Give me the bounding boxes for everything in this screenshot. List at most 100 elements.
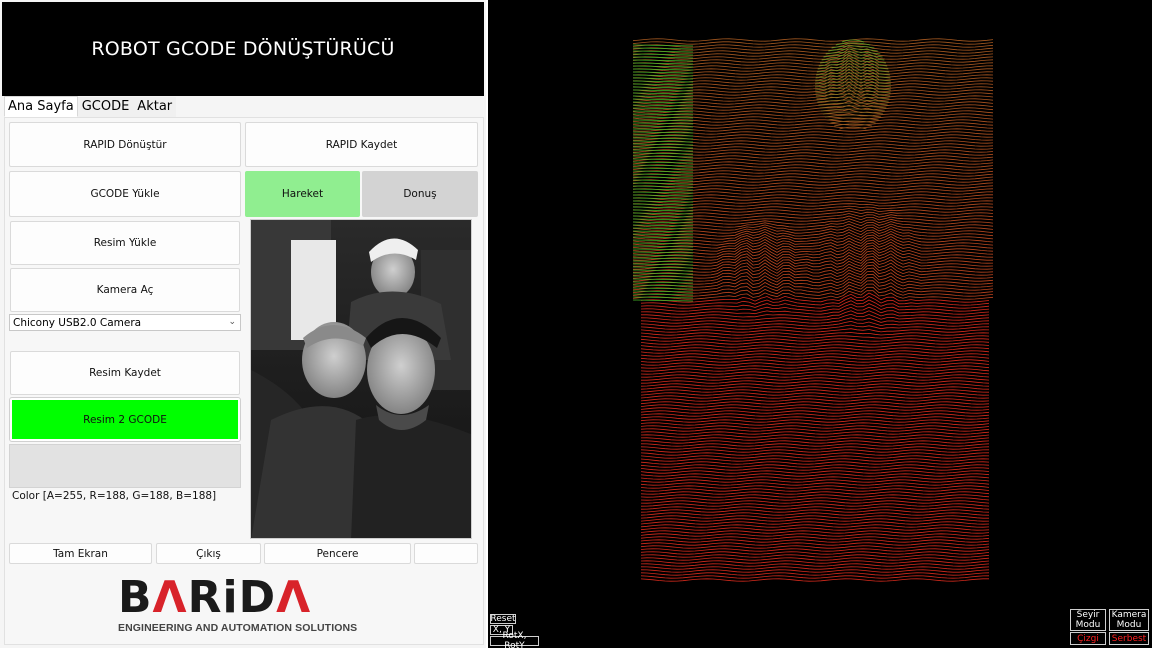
toolpath-line xyxy=(632,146,694,149)
toolpath-line xyxy=(640,575,990,579)
blank-button[interactable] xyxy=(414,543,478,564)
motion-button[interactable]: Hareket xyxy=(245,171,360,217)
toolpath-line xyxy=(640,410,990,414)
rotation-button[interactable]: Donuş xyxy=(362,171,478,217)
toolpath-line xyxy=(640,359,990,363)
tab-gcode[interactable]: GCODE xyxy=(77,97,134,117)
toolpath-line xyxy=(632,188,694,191)
camera-open-button[interactable]: Kamera Aç xyxy=(10,268,240,312)
toolpath-line xyxy=(632,62,694,65)
gcode-load-button[interactable]: GCODE Yükle xyxy=(9,171,241,217)
exit-button[interactable]: Çıkış xyxy=(156,543,261,564)
toolpath-line xyxy=(640,404,990,408)
camera-select[interactable]: Chicony USB2.0 Camera ⌄ xyxy=(9,314,241,331)
toolpath-line xyxy=(640,512,990,516)
toolpath-line xyxy=(640,473,990,477)
toolpath-line xyxy=(641,377,990,381)
toolpath-line xyxy=(632,185,694,188)
window-button[interactable]: Pencere xyxy=(264,543,411,564)
camera-select-value: Chicony USB2.0 Camera xyxy=(13,316,142,329)
toolpath-line xyxy=(632,83,694,86)
toolpath-line xyxy=(640,545,990,549)
toolpath-line xyxy=(640,539,990,543)
toolpath-line xyxy=(640,383,990,387)
image-to-gcode-button[interactable]: Resim 2 GCODE xyxy=(9,397,241,442)
toolpath-line xyxy=(640,413,990,417)
toolpath-line xyxy=(640,455,990,459)
toolpath-line xyxy=(632,86,694,89)
seyir-mode-button[interactable]: Seyir Modu xyxy=(1070,609,1106,631)
toolpath-line xyxy=(640,503,990,507)
toolpath-line xyxy=(632,266,694,269)
camera-mode-button[interactable]: Kamera Modu xyxy=(1109,609,1149,631)
toolpath-line xyxy=(640,536,990,540)
toolpath-line xyxy=(632,278,694,281)
toolpath-line xyxy=(640,530,990,534)
toolpath-line xyxy=(640,401,990,405)
tab-aktar[interactable]: Aktar xyxy=(133,97,177,117)
toolpath-line xyxy=(640,497,990,501)
rapid-convert-button[interactable]: RAPID Dönüştür xyxy=(9,122,241,167)
tab-strip: Ana Sayfa GCODE Aktar xyxy=(4,96,177,117)
toolpath-line xyxy=(640,368,990,372)
toolpath-line xyxy=(640,470,990,474)
toolpath-line xyxy=(632,41,994,45)
toolpath-line xyxy=(640,500,990,504)
tab-ana-sayfa[interactable]: Ana Sayfa xyxy=(4,96,78,117)
toolpath-line xyxy=(640,533,990,537)
toolpath-line xyxy=(640,296,990,306)
toolpath-line xyxy=(632,74,694,77)
toolpath-line xyxy=(640,479,990,483)
toolpath-line xyxy=(640,491,990,495)
image-load-button[interactable]: Resim Yükle xyxy=(10,221,240,265)
gcode-3d-viewport[interactable]: Reset X, Y RotX, RotY Seyir Modu Kamera … xyxy=(488,0,1152,648)
reset-button[interactable]: Reset xyxy=(490,614,516,624)
free-mode-button[interactable]: Serbest xyxy=(1109,632,1149,645)
toolpath-line xyxy=(640,341,990,345)
toolpath-line xyxy=(640,566,990,570)
toolpath-line xyxy=(640,431,990,435)
toolpath-line xyxy=(640,347,990,351)
toolpath-line xyxy=(632,50,694,53)
toolpath-line xyxy=(640,443,990,447)
toolpath-line xyxy=(640,437,990,441)
toolpath-line xyxy=(632,299,694,302)
toolpath-line xyxy=(632,140,694,143)
toolpath-line xyxy=(640,461,990,465)
toolpath-line xyxy=(640,371,990,375)
toolpath-line xyxy=(632,53,694,56)
toolpath-line xyxy=(632,212,694,215)
rapid-save-button[interactable]: RAPID Kaydet xyxy=(245,122,478,167)
toolpath-line xyxy=(632,149,694,152)
chevron-down-icon: ⌄ xyxy=(228,317,236,327)
toolpath-line xyxy=(632,47,694,50)
toolpath-line xyxy=(640,563,990,567)
toolpath-line xyxy=(640,542,990,546)
toolpath-line xyxy=(632,191,694,194)
line-mode-button[interactable]: Çizgi xyxy=(1070,632,1106,645)
toolpath-line xyxy=(632,143,694,146)
toolpath-line xyxy=(632,203,694,206)
toolpath-line xyxy=(641,440,990,444)
toolpath-line xyxy=(640,392,990,396)
fullscreen-button[interactable]: Tam Ekran xyxy=(9,543,152,564)
toolpath-line xyxy=(632,179,694,182)
toolpath-line xyxy=(632,38,994,42)
toolpath-line xyxy=(640,389,990,393)
toolpath-line xyxy=(640,488,990,492)
toolpath-line xyxy=(640,467,990,471)
toolpath-line xyxy=(632,194,694,197)
toolpath-line xyxy=(640,416,990,420)
toolpath-line xyxy=(640,476,990,480)
toolpath-line xyxy=(640,521,990,525)
toolpath-line xyxy=(640,464,990,468)
toolpath-line xyxy=(640,527,990,531)
company-logo: BΛRiDΛ ENGINEERING AND AUTOMATION SOLUTI… xyxy=(118,574,378,636)
color-swatch xyxy=(9,444,241,488)
toolpath-line xyxy=(632,65,694,68)
image-save-button[interactable]: Resim Kaydet xyxy=(10,351,240,395)
toolpath-line xyxy=(632,209,694,212)
toolpath-line xyxy=(632,68,694,71)
toolpath-line xyxy=(640,506,990,510)
toolpath-line xyxy=(640,452,990,456)
